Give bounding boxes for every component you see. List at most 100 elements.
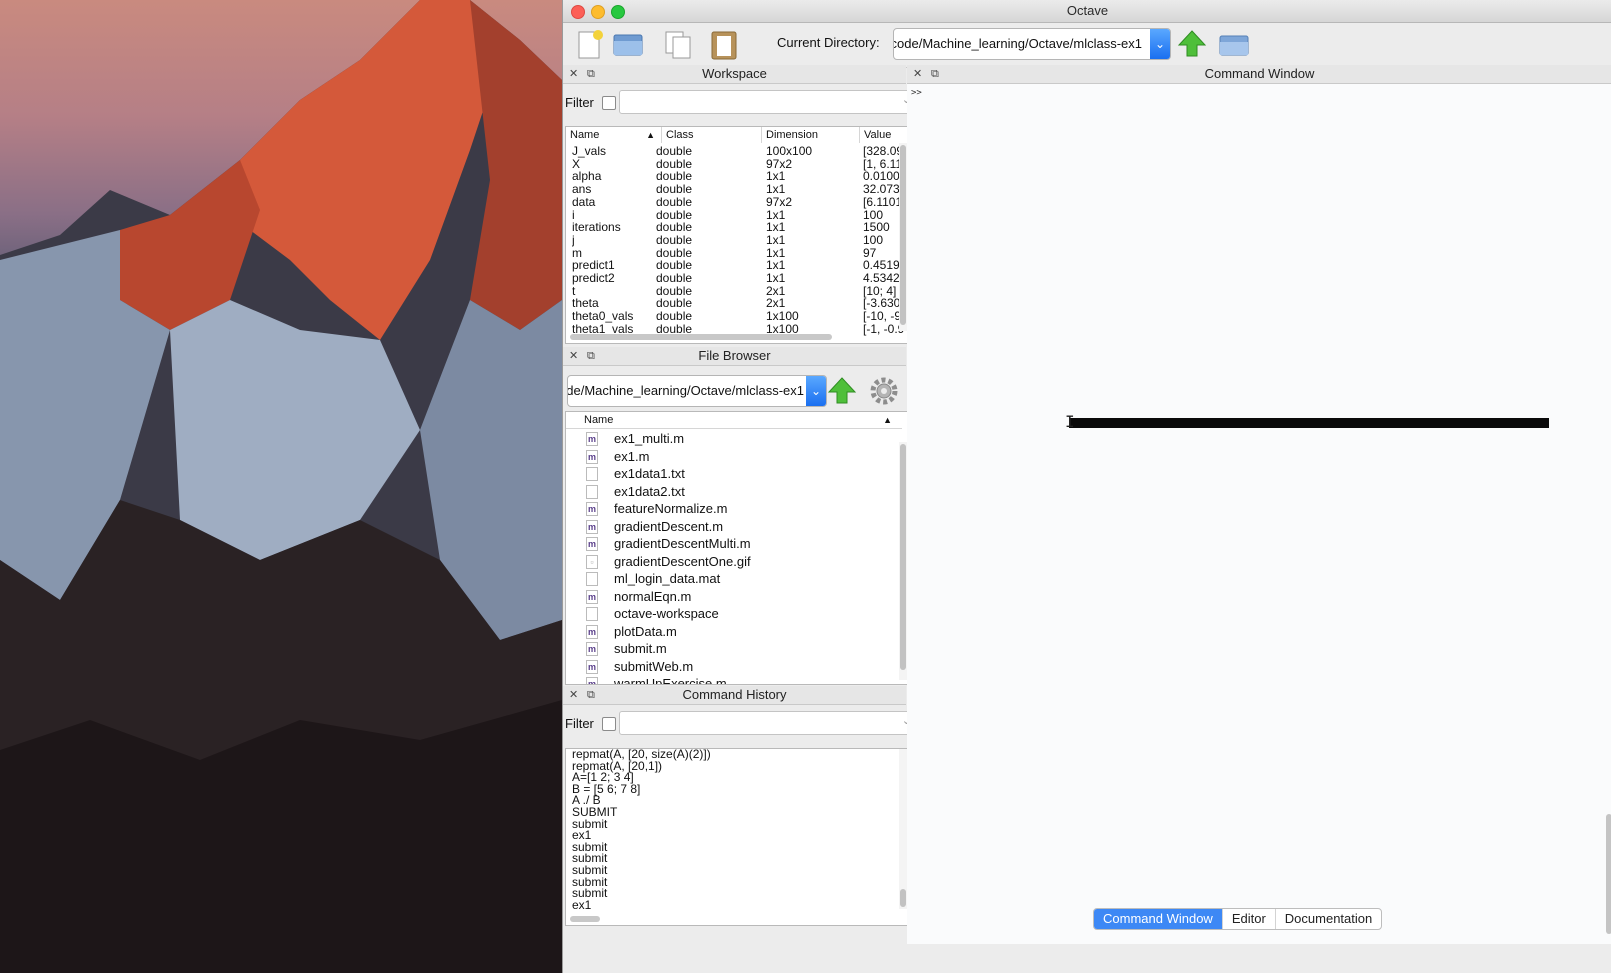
- variable-dimension: 1x1: [766, 183, 786, 197]
- variable-class: double: [656, 284, 693, 298]
- variable-dimension: 2x1: [766, 284, 786, 298]
- float-icon[interactable]: ⧉: [587, 65, 595, 83]
- sort-ascending-icon: ▲: [646, 130, 655, 140]
- table-row[interactable]: data double 97x2 [6.1101: [566, 195, 902, 209]
- variable-name: X: [572, 157, 581, 171]
- table-row[interactable]: predict2 double 1x1 4.5342: [566, 272, 900, 285]
- column-header-value[interactable]: Value: [860, 127, 907, 143]
- float-icon[interactable]: ⧉: [587, 686, 595, 704]
- table-row[interactable]: m double 1x1 97: [566, 247, 896, 260]
- filter-label: Filter: [565, 716, 594, 731]
- file-browser-path-value: code/Machine_learning/Octave/mlclass-ex1: [567, 383, 804, 398]
- variable-dimension: 1x1: [766, 233, 786, 247]
- current-directory-label: Current Directory:: [777, 35, 880, 50]
- title-bar: Octave: [563, 0, 1611, 23]
- gear-icon[interactable]: [867, 374, 901, 408]
- column-header-name[interactable]: Name ▲: [566, 412, 902, 429]
- variable-class: double: [656, 170, 693, 184]
- text-file-icon: [586, 572, 598, 586]
- command-window-area[interactable]: >> I: [907, 84, 1611, 944]
- file-name: ex1data2.txt: [614, 483, 685, 499]
- close-icon[interactable]: ✕: [913, 65, 922, 83]
- variable-class: double: [656, 183, 693, 197]
- table-row[interactable]: alpha double 1x1 0.01000: [566, 170, 906, 184]
- up-arrow-icon[interactable]: [1175, 27, 1209, 61]
- file-browser-path-combo[interactable]: code/Machine_learning/Octave/mlclass-ex1…: [567, 375, 827, 407]
- history-horizontal-scrollbar[interactable]: [570, 916, 600, 922]
- filter-input[interactable]: ⌄: [619, 711, 918, 735]
- maximize-window-button[interactable]: [611, 5, 625, 19]
- variable-name: J_vals: [572, 145, 607, 158]
- tab-editor[interactable]: Editor: [1223, 909, 1276, 929]
- close-icon[interactable]: ✕: [569, 347, 578, 365]
- table-row[interactable]: j double 1x1 100: [566, 234, 896, 247]
- table-row[interactable]: i double 1x1 100: [566, 209, 896, 222]
- variable-dimension: 1x1: [766, 221, 786, 235]
- chevron-down-icon[interactable]: ⌄: [1150, 29, 1170, 59]
- workspace-table: Name ▲ Class Dimension Value J_vals double…: [565, 126, 908, 344]
- variable-dimension: 1x100: [766, 310, 799, 324]
- table-row[interactable]: iterations double 1x1 1500: [566, 221, 896, 234]
- browse-folder-icon[interactable]: [1217, 27, 1251, 61]
- tab-documentation[interactable]: Documentation: [1276, 909, 1381, 929]
- close-window-button[interactable]: [571, 5, 585, 19]
- filter-checkbox[interactable]: [602, 717, 616, 731]
- history-item[interactable]: ex1: [572, 899, 591, 912]
- workspace-filter-row: Filter ⌄: [563, 86, 918, 116]
- paste-icon[interactable]: [707, 27, 741, 61]
- file-name: ml_login_data.mat: [614, 571, 721, 586]
- tab-command-window[interactable]: Command Window: [1094, 909, 1223, 929]
- float-icon[interactable]: ⧉: [587, 347, 595, 365]
- column-header-dimension[interactable]: Dimension: [762, 127, 860, 143]
- file-name: gradientDescentMulti.m: [614, 536, 751, 551]
- table-row[interactable]: t double 2x1 [10; 4]: [566, 285, 896, 298]
- filter-checkbox[interactable]: [602, 96, 616, 110]
- current-directory-combo[interactable]: /code/Machine_learning/Octave/mlclass-ex…: [893, 28, 1171, 60]
- table-row[interactable]: J_vals double 100x100 [328.09: [566, 145, 903, 158]
- variable-name: alpha: [572, 170, 602, 184]
- table-row[interactable]: ans double 1x1 32.073: [566, 183, 900, 197]
- new-script-icon[interactable]: [573, 27, 607, 61]
- file-name: octave-workspace: [614, 606, 719, 621]
- history-vertical-scrollbar[interactable]: [899, 749, 907, 909]
- file-name: ex1_multi.m: [614, 431, 685, 446]
- command-window-scrollbar[interactable]: [1606, 814, 1611, 934]
- variable-class: double: [656, 195, 693, 209]
- float-icon[interactable]: ⧉: [931, 65, 939, 83]
- workspace-horizontal-scrollbar[interactable]: [570, 334, 832, 340]
- open-folder-icon[interactable]: [611, 27, 645, 61]
- file-browser-list: Name ▲ m ex1_multi.mm ex1.m ex1data1.txt ex1d…: [565, 411, 908, 685]
- m-file-icon: m: [586, 589, 598, 604]
- minimize-window-button[interactable]: [591, 5, 605, 19]
- file-name: ex1.m: [614, 448, 650, 464]
- close-icon[interactable]: ✕: [569, 65, 578, 83]
- file-name: ex1data1.txt: [614, 466, 685, 481]
- command-prompt: >>: [911, 88, 922, 98]
- close-icon[interactable]: ✕: [569, 686, 578, 704]
- workspace-header: ✕ ⧉ Workspace: [563, 65, 906, 84]
- column-header-class[interactable]: Class: [662, 127, 762, 143]
- m-file-icon: m: [586, 642, 598, 656]
- text-file-icon: [586, 484, 598, 499]
- table-row[interactable]: theta double 2x1 [-3.630: [566, 297, 900, 311]
- file-name: gradientDescent.m: [614, 518, 724, 534]
- variable-name: theta: [572, 297, 599, 311]
- variable-name: theta0_vals: [572, 310, 634, 324]
- file-browser-header: ✕ ⧉ File Browser: [563, 347, 906, 366]
- text-selection-highlight: [1069, 418, 1549, 428]
- workspace-vertical-scrollbar[interactable]: [899, 143, 907, 331]
- variable-dimension: 1x1: [766, 246, 786, 260]
- file-browser-vertical-scrollbar[interactable]: [899, 442, 907, 680]
- filter-input[interactable]: ⌄: [619, 90, 918, 114]
- column-header-name[interactable]: Name ▲: [566, 127, 662, 143]
- chevron-down-icon[interactable]: ⌄: [806, 376, 826, 406]
- up-arrow-icon[interactable]: [825, 374, 859, 408]
- table-row[interactable]: Xdouble 97x2 [1, 6.11: [566, 157, 902, 171]
- variable-class: double: [656, 233, 693, 247]
- variable-name: t: [572, 284, 576, 298]
- variable-dimension: 97x2: [766, 195, 793, 209]
- table-row[interactable]: predict1 double 1x1 0.45198: [566, 259, 906, 272]
- variable-dimension: 1x1: [766, 170, 786, 184]
- table-row[interactable]: theta0_vals double 1x100 [-10, -9: [566, 310, 901, 324]
- copy-icon[interactable]: [661, 27, 695, 61]
